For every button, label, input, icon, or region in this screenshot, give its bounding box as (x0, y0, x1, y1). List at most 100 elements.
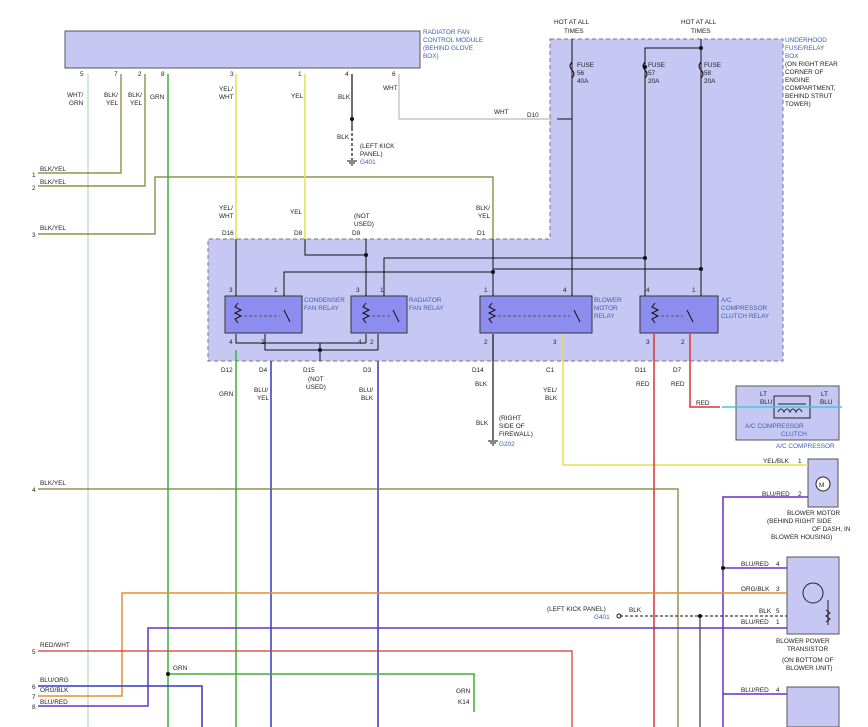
svg-text:D10: D10 (527, 112, 539, 119)
svg-text:BLK/YEL: BLK/YEL (40, 480, 66, 487)
svg-text:3: 3 (230, 71, 234, 78)
svg-text:WHT: WHT (383, 85, 398, 92)
svg-text:D14: D14 (472, 367, 484, 374)
svg-text:20A: 20A (648, 78, 660, 85)
svg-text:WHT: WHT (494, 109, 509, 116)
svg-text:20A: 20A (704, 78, 716, 85)
svg-text:8: 8 (161, 71, 165, 78)
svg-text:UNDERHOOD: UNDERHOOD (785, 37, 827, 44)
svg-text:TRANSISTOR: TRANSISTOR (787, 646, 828, 653)
svg-text:RED: RED (636, 381, 650, 388)
svg-text:RADIATOR: RADIATOR (409, 297, 442, 304)
blower-power-transistor-box (786, 556, 840, 635)
svg-text:BLU/RED: BLU/RED (762, 491, 790, 498)
svg-text:GRN: GRN (173, 665, 188, 672)
svg-text:GRN: GRN (69, 100, 84, 107)
svg-text:BLU/ORG: BLU/ORG (40, 677, 69, 684)
svg-text:6: 6 (392, 71, 396, 78)
svg-text:3: 3 (229, 287, 233, 294)
connector-d10: WHT D10 (494, 109, 539, 119)
svg-text:YEL: YEL (130, 100, 143, 107)
svg-text:CORNER OF: CORNER OF (785, 69, 823, 76)
svg-text:BLK/YEL: BLK/YEL (40, 225, 66, 232)
svg-text:YEL: YEL (257, 395, 270, 402)
svg-text:G202: G202 (499, 441, 515, 448)
svg-text:G401: G401 (594, 614, 610, 621)
svg-text:GRN: GRN (219, 391, 234, 398)
svg-text:4: 4 (345, 71, 349, 78)
svg-text:(BEHIND GLOVE: (BEHIND GLOVE (423, 45, 473, 52)
module-title: RADIATOR FAN CONTROL MODULE (BEHIND GLOV… (423, 29, 483, 60)
svg-text:BOX: BOX (785, 53, 799, 60)
svg-text:ORG/BLK: ORG/BLK (741, 586, 770, 593)
svg-text:(LEFT KICK: (LEFT KICK (360, 143, 395, 150)
svg-text:K14: K14 (458, 699, 470, 706)
svg-text:6: 6 (32, 684, 36, 691)
svg-text:BLU/RED: BLU/RED (40, 699, 68, 706)
svg-text:2: 2 (261, 339, 265, 346)
svg-text:(LEFT KICK PANEL): (LEFT KICK PANEL) (547, 606, 606, 613)
ground-g202: BLK (RIGHT SIDE OF FIREWALL) G202 (476, 415, 533, 448)
bottom-component-box (786, 686, 840, 727)
svg-text:5: 5 (776, 608, 780, 615)
fuse-box-title: UNDERHOOD FUSE/RELAY BOX (ON RIGHT REAR … (785, 37, 838, 108)
svg-text:BLU: BLU (820, 399, 833, 406)
svg-text:BLU/: BLU/ (254, 387, 268, 394)
svg-text:BLK: BLK (361, 395, 374, 402)
svg-text:1: 1 (32, 172, 36, 179)
svg-text:A/C COMPRESSOR: A/C COMPRESSOR (745, 423, 804, 430)
svg-text:4: 4 (358, 339, 362, 346)
svg-text:(NOT: (NOT (308, 376, 324, 383)
svg-text:3: 3 (553, 339, 557, 346)
svg-text:USED): USED) (354, 221, 374, 228)
svg-text:CLUTCH RELAY: CLUTCH RELAY (721, 313, 770, 320)
svg-text:BLOWER UNIT): BLOWER UNIT) (786, 665, 833, 672)
svg-text:ORG/BLK: ORG/BLK (40, 687, 69, 694)
svg-text:HOT AT ALL: HOT AT ALL (681, 19, 717, 26)
svg-text:1: 1 (484, 287, 488, 294)
svg-text:FAN RELAY: FAN RELAY (409, 305, 444, 312)
svg-text:BLOWER POWER: BLOWER POWER (776, 638, 830, 645)
svg-text:4: 4 (229, 339, 233, 346)
svg-text:BLOWER HOUSING): BLOWER HOUSING) (771, 534, 832, 541)
svg-text:BLU/RED: BLU/RED (741, 561, 769, 568)
svg-text:(ON RIGHT REAR: (ON RIGHT REAR (785, 61, 838, 68)
svg-text:TIMES: TIMES (691, 28, 711, 35)
svg-text:58: 58 (704, 70, 712, 77)
svg-text:BLOWER: BLOWER (594, 297, 622, 304)
svg-text:BLU/RED: BLU/RED (741, 687, 769, 694)
svg-text:56: 56 (577, 70, 585, 77)
svg-text:4: 4 (646, 287, 650, 294)
svg-text:BLK/: BLK/ (104, 92, 118, 99)
left-reference-labels: 1 BLK/YEL 2 BLK/YEL 3 BLK/YEL 4 BLK/YEL … (32, 166, 70, 711)
svg-text:8: 8 (32, 704, 36, 711)
svg-text:GRN: GRN (456, 688, 471, 695)
condenser-fan-relay (224, 295, 303, 334)
svg-text:C1: C1 (546, 367, 555, 374)
svg-text:BLK/YEL: BLK/YEL (40, 166, 66, 173)
svg-text:WHT/: WHT/ (67, 92, 84, 99)
svg-text:MOTOR: MOTOR (594, 305, 618, 312)
svg-text:BLK: BLK (475, 381, 488, 388)
svg-text:COMPRESSOR: COMPRESSOR (721, 305, 768, 312)
svg-text:COMPARTMENT,: COMPARTMENT, (785, 85, 836, 92)
svg-text:YEL/BLK: YEL/BLK (763, 458, 790, 465)
svg-text:4: 4 (776, 561, 780, 568)
svg-text:G401: G401 (360, 159, 376, 166)
svg-text:D16: D16 (222, 230, 234, 237)
svg-text:3: 3 (776, 586, 780, 593)
svg-text:YEL/: YEL/ (219, 205, 233, 212)
svg-text:USED): USED) (306, 384, 326, 391)
svg-text:(RIGHT: (RIGHT (499, 415, 521, 422)
blower-motor-relay (479, 295, 593, 334)
svg-text:FUSE: FUSE (577, 62, 594, 69)
module-wire-labels: WHT/ GRN BLK/ YEL BLK/ YEL GRN YEL/ WHT … (67, 85, 398, 107)
svg-text:LT: LT (821, 391, 828, 398)
svg-text:ENGINE: ENGINE (785, 77, 810, 84)
svg-text:2: 2 (681, 339, 685, 346)
svg-text:YEL/: YEL/ (543, 387, 557, 394)
svg-text:A/C COMPRESSOR: A/C COMPRESSOR (776, 443, 835, 450)
svg-text:BLK: BLK (338, 94, 351, 101)
svg-text:WHT: WHT (219, 94, 234, 101)
svg-text:FUSE: FUSE (704, 62, 721, 69)
